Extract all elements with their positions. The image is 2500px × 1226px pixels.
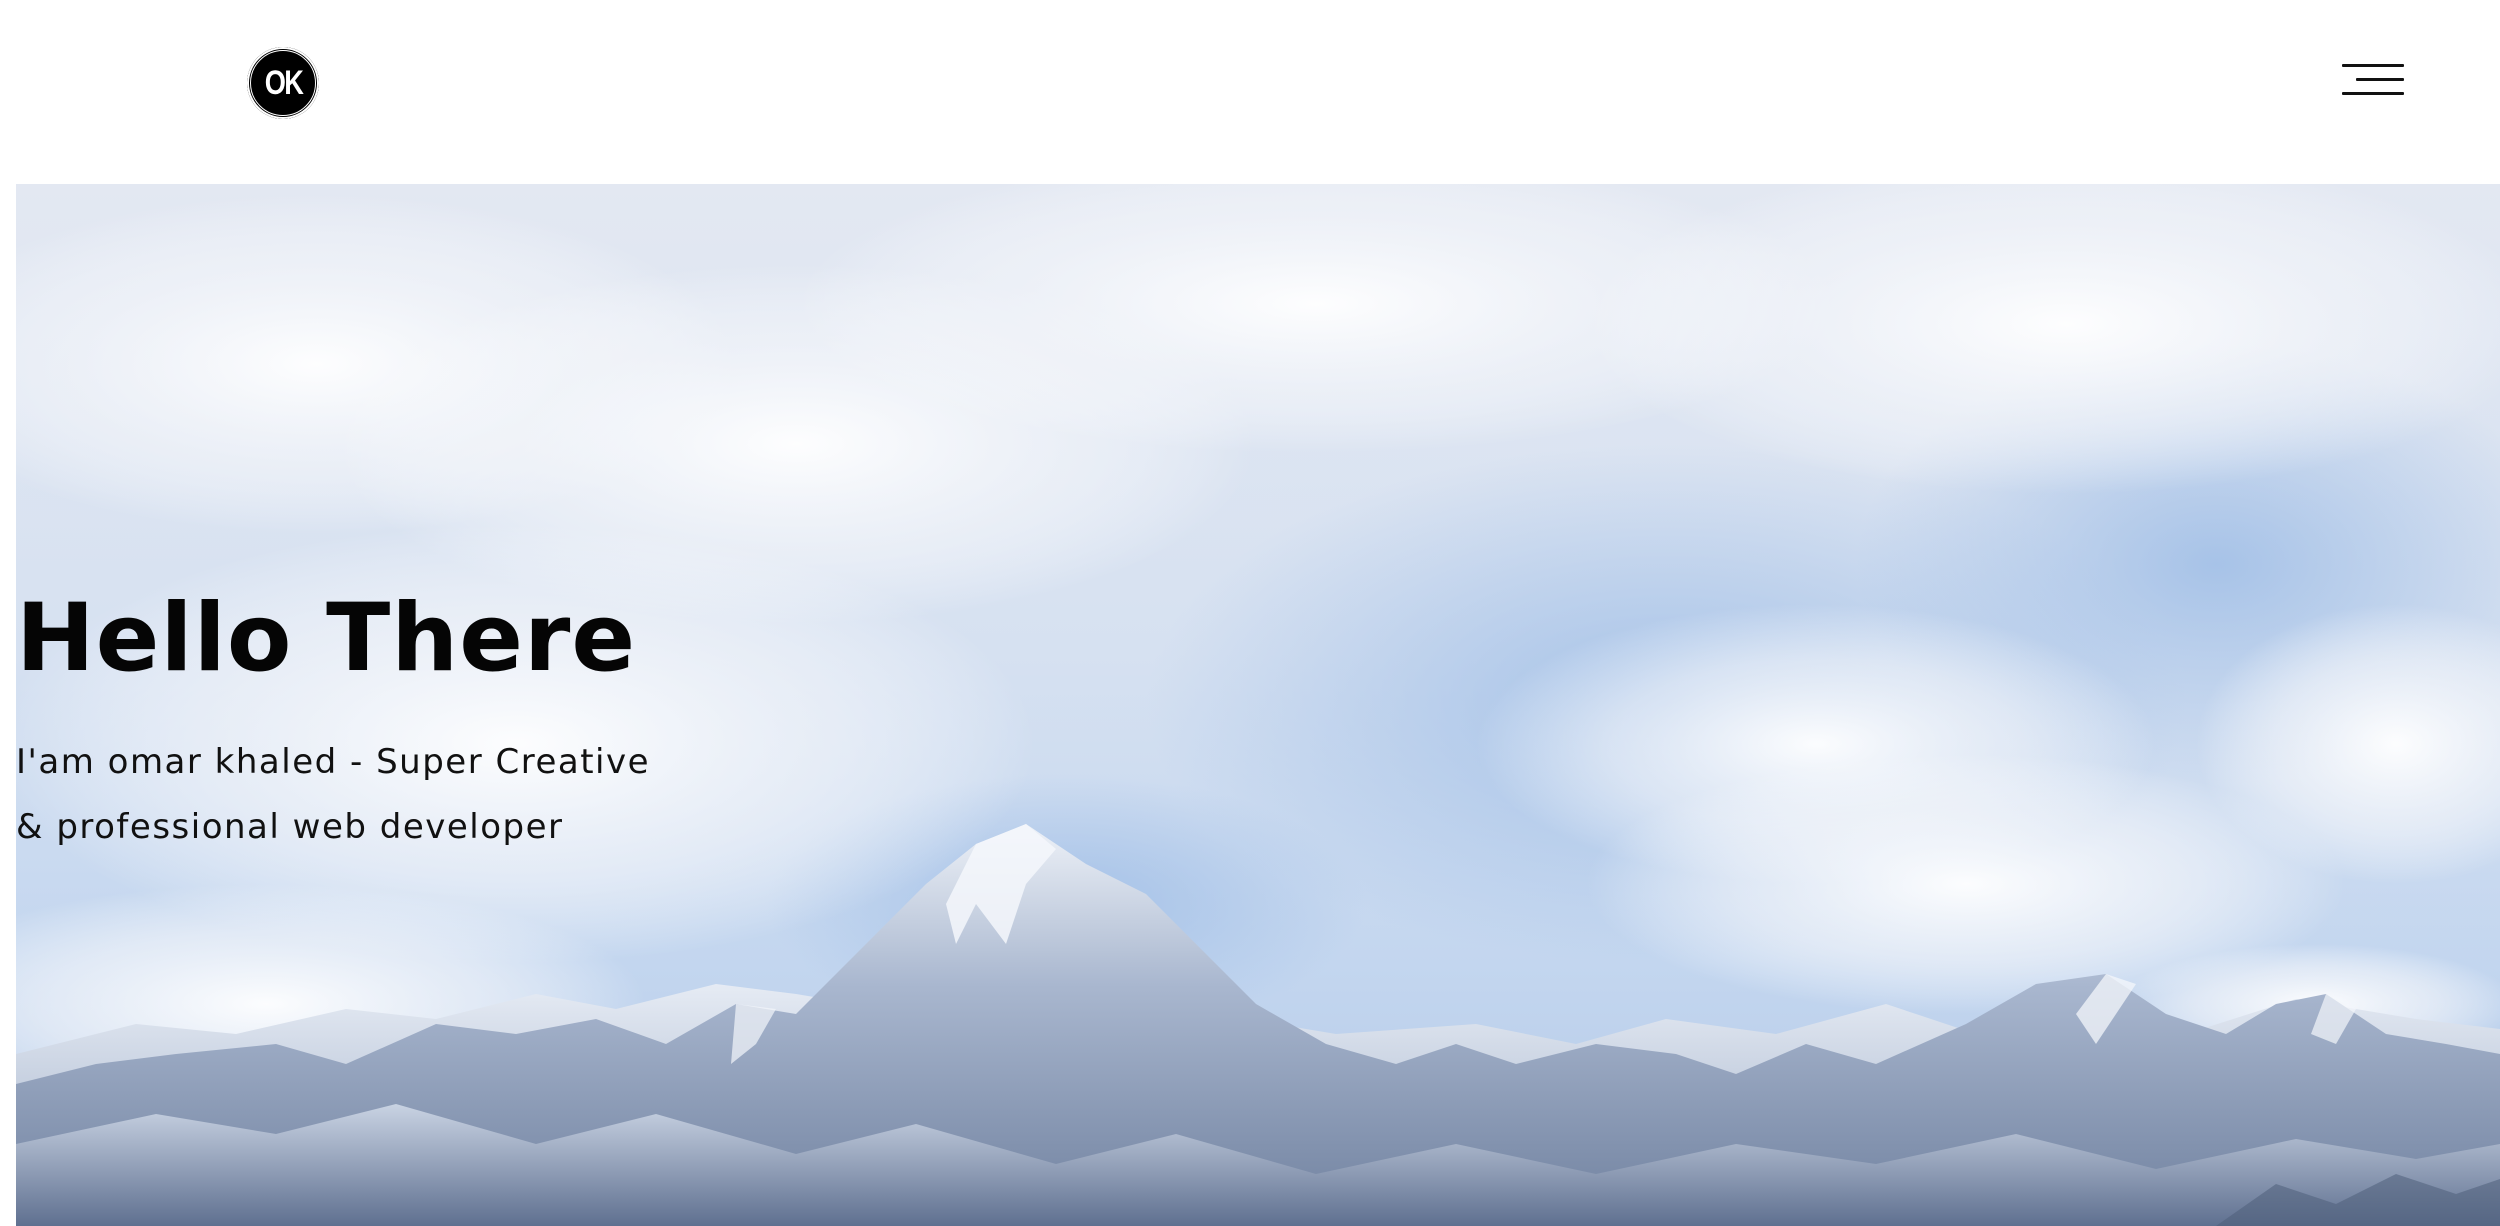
page: OK Hello There I'am omar khaled - Super … xyxy=(0,0,2500,1226)
hero-title: Hello There xyxy=(16,584,637,693)
menu-bar-middle xyxy=(2356,78,2404,81)
menu-bar-bottom xyxy=(2342,92,2404,95)
hamburger-menu-icon[interactable] xyxy=(2340,60,2404,100)
site-logo[interactable]: OK xyxy=(247,47,319,119)
menu-bar-top xyxy=(2342,64,2404,67)
hero-section: Hello There I'am omar khaled - Super Cre… xyxy=(16,184,2500,1226)
mountain-background-image xyxy=(16,184,2500,1226)
hero-subtitle-line-1: I'am omar khaled - Super Creative xyxy=(16,742,651,782)
navbar: OK xyxy=(0,0,2500,184)
hero-subtitle-line-2: & professional web developer xyxy=(16,807,564,847)
logo-text: OK xyxy=(264,63,303,102)
